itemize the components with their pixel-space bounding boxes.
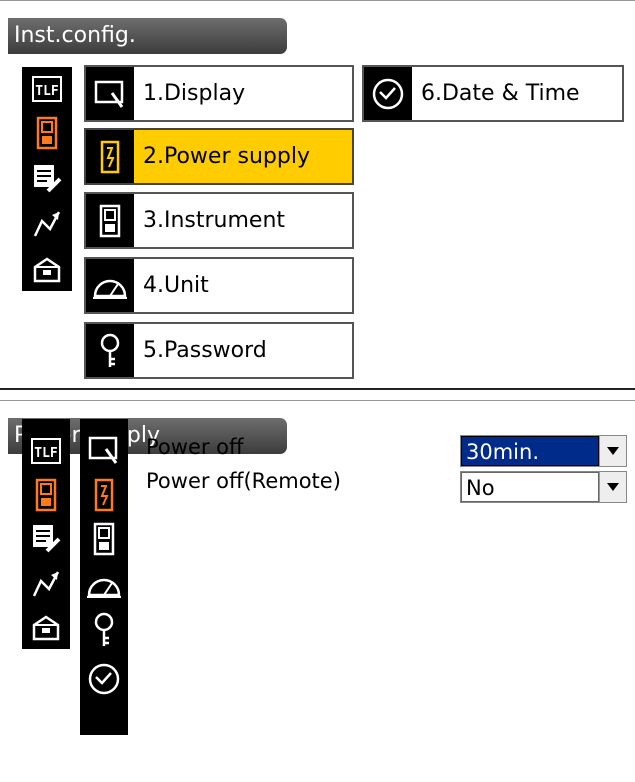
- menu-item-label: 4.Unit: [143, 273, 209, 298]
- protractor-icon[interactable]: [80, 567, 128, 603]
- chevron-down-icon[interactable]: [599, 472, 626, 502]
- display-icon: [86, 67, 134, 120]
- menu-item-label: 2.Power supply: [143, 144, 310, 169]
- menu-item-instrument[interactable]: 3.Instrument: [84, 192, 354, 249]
- power-off-value: 30min.: [461, 436, 599, 466]
- chevron-down-icon[interactable]: [599, 436, 626, 466]
- inst-config-panel: Inst.config. TLF 1.Display 2.Power suppl…: [0, 0, 635, 390]
- menu-item-label: 3.Instrument: [143, 208, 286, 233]
- power-off-remote-value: No: [461, 472, 599, 502]
- menu-item-display[interactable]: 1.Display: [84, 65, 354, 122]
- power-off-label: Power off: [146, 435, 244, 459]
- instrument-orange-icon[interactable]: [22, 113, 72, 153]
- tilt-icon[interactable]: TLF: [22, 71, 72, 107]
- key-icon: [86, 324, 134, 377]
- menu-item-label: 6.Date & Time: [421, 81, 580, 106]
- protractor-icon: [86, 259, 134, 312]
- menu-item-password[interactable]: 5.Password: [84, 322, 354, 379]
- power-supply-panel: Power supply TLF: [0, 400, 635, 782]
- svg-text:TLF: TLF: [35, 84, 59, 99]
- toolbox-icon[interactable]: [22, 607, 70, 645]
- clock-icon[interactable]: [80, 659, 128, 699]
- key-icon[interactable]: [80, 609, 128, 651]
- memory-icon[interactable]: [22, 519, 70, 559]
- menu-item-power-supply[interactable]: 2.Power supply: [84, 128, 354, 185]
- mode-icon-strip: TLF: [22, 419, 70, 649]
- clock-icon: [364, 67, 412, 120]
- instrument-icon[interactable]: [80, 519, 128, 559]
- menu-item-unit[interactable]: 4.Unit: [84, 257, 354, 314]
- menu-item-label: 1.Display: [143, 81, 246, 106]
- tilt-icon[interactable]: TLF: [22, 433, 70, 469]
- toolbox-icon[interactable]: [22, 249, 72, 287]
- comms-icon[interactable]: [22, 565, 70, 603]
- power-off-remote-select[interactable]: No: [460, 471, 627, 503]
- display-icon[interactable]: [80, 431, 128, 469]
- battery-icon: [86, 130, 134, 183]
- mode-icon-strip: TLF: [22, 67, 72, 291]
- battery-icon[interactable]: [80, 475, 128, 515]
- config-icon-strip: [80, 419, 128, 735]
- instrument-icon: [86, 194, 134, 247]
- comms-icon[interactable]: [22, 205, 72, 243]
- power-off-remote-label: Power off(Remote): [146, 469, 341, 493]
- menu-item-label: 5.Password: [143, 338, 267, 363]
- power-off-select[interactable]: 30min.: [460, 435, 627, 467]
- menu-item-date-time[interactable]: 6.Date & Time: [362, 65, 624, 122]
- instrument-orange-icon[interactable]: [22, 475, 70, 515]
- page-title: Inst.config.: [8, 18, 287, 54]
- svg-text:TLF: TLF: [34, 446, 58, 461]
- memory-icon[interactable]: [22, 159, 72, 199]
